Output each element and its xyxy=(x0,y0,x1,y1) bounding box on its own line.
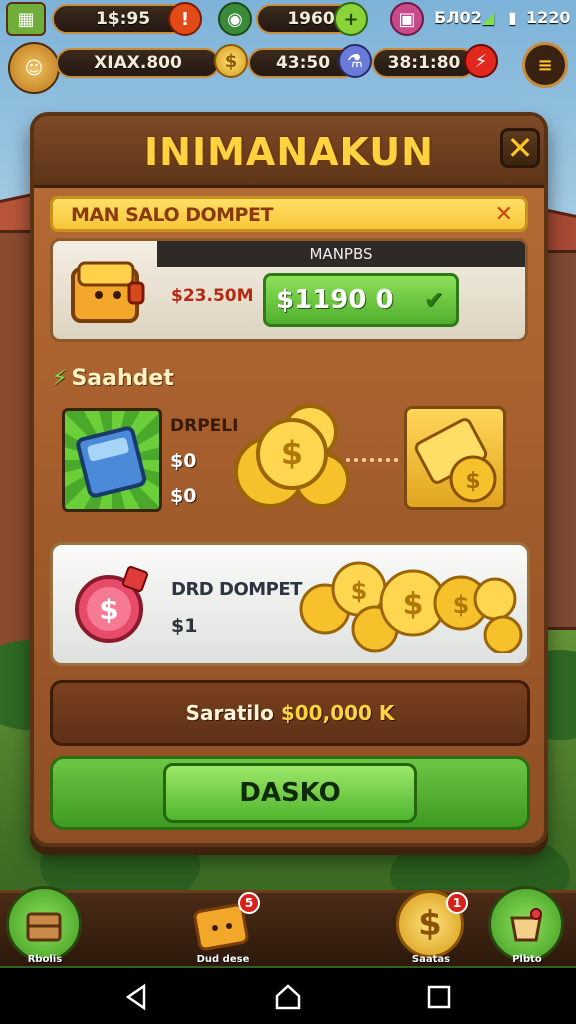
gold-chest[interactable]: $ xyxy=(404,406,506,510)
potion-icon[interactable]: ⚗ xyxy=(338,44,372,78)
action-area: DASKO xyxy=(50,756,530,830)
recents-icon[interactable] xyxy=(424,982,454,1012)
svg-text:$: $ xyxy=(453,591,470,619)
wallet-header: MANPBS xyxy=(157,241,525,267)
dialog-header: INIMANAKUN ✕ xyxy=(34,116,544,188)
svg-text:$: $ xyxy=(403,587,424,622)
total-bar: Saratilo $00,000 K xyxy=(50,680,530,746)
clock-display: 1220 xyxy=(526,8,571,27)
svg-text:$: $ xyxy=(351,577,368,605)
pink-coin-icon: $ xyxy=(75,566,148,643)
back-icon[interactable] xyxy=(122,982,152,1012)
system-nav-bar xyxy=(0,968,576,1024)
alert-icon[interactable]: ! xyxy=(168,2,202,36)
dollar-coin-icon: $ xyxy=(418,904,442,944)
offer-value: $1 xyxy=(171,615,198,637)
coin-row-icon: $ $ $ xyxy=(299,561,523,653)
dialog-title: INIMANAKUN xyxy=(144,130,434,174)
dock-button-crate[interactable] xyxy=(6,886,82,962)
coin-pile-icon: $ xyxy=(234,404,350,508)
svg-text:$: $ xyxy=(281,434,303,472)
dotted-connector xyxy=(346,458,398,462)
top-hud: ▦ 1$:95 ! ◉ 1960 + ▣ БЛ02 ◢ ▮ 1220 xyxy=(0,0,576,40)
check-icon: ✔ xyxy=(423,286,444,314)
badge-wallet: 5 xyxy=(238,892,260,914)
total-label: Saratilo xyxy=(185,701,274,725)
wallet-dialog: INIMANAKUN ✕ MAN SALO DOMPET ✕ MANPBS $2… xyxy=(30,112,548,847)
wallet-icon xyxy=(71,261,145,323)
banner-close-icon[interactable]: ✕ xyxy=(495,202,513,227)
energy-counter: 38:1:80 xyxy=(372,48,476,78)
battery-icon: ▮ xyxy=(508,8,517,27)
total-amount: $00,000 K xyxy=(280,701,395,725)
dock-label-4: Plbto xyxy=(512,954,542,965)
plus-icon[interactable]: + xyxy=(334,2,368,36)
map-icon[interactable]: ▦ xyxy=(6,2,46,36)
svg-text:$: $ xyxy=(99,593,118,626)
section-label: ⚡ Saahdet xyxy=(52,366,174,391)
dock-button-shop[interactable] xyxy=(488,886,564,962)
shop-icon[interactable]: ▣ xyxy=(390,2,424,36)
bolt-icon: ⚡ xyxy=(52,366,68,391)
close-icon: ✕ xyxy=(506,129,534,167)
book-icon xyxy=(76,426,147,498)
signal-icon: ◢ xyxy=(482,8,495,27)
offer-panel[interactable]: $ DRD DOMPET $1 $ $ $ xyxy=(50,542,530,666)
wallet-panel: MANPBS $23.50M $1190 0 ✔ xyxy=(50,238,528,342)
coins-in-box-icon: $ xyxy=(414,418,497,503)
item-value-2: $0 xyxy=(170,485,197,507)
wallet-price: $23.50M xyxy=(171,286,254,306)
dock-label-3: Saatas xyxy=(411,954,451,965)
crate-icon xyxy=(26,912,62,942)
basket-icon xyxy=(510,908,542,942)
wallet-buy-label: $1190 0 xyxy=(276,285,394,315)
boost-icon[interactable]: ⚡ xyxy=(464,44,498,78)
coin-stack-icon: $ xyxy=(214,44,248,78)
globe-icon[interactable]: ◉ xyxy=(218,2,252,36)
item-value-1: $0 xyxy=(170,450,197,472)
player-id: XIAX.800 xyxy=(56,48,220,78)
dock-label-2: Dud dese xyxy=(196,954,250,965)
badge-coin: 1 xyxy=(446,892,468,914)
menu-icon[interactable]: ≡ xyxy=(522,42,568,88)
item-name: DRPELI xyxy=(170,416,239,436)
offer-name: DRD DOMPET xyxy=(171,579,302,600)
svg-text:$: $ xyxy=(465,469,480,494)
confirm-button[interactable]: DASKO xyxy=(163,763,417,823)
dock-label-1: Rbolis xyxy=(27,954,63,965)
close-button[interactable]: ✕ xyxy=(500,128,540,168)
item-card[interactable] xyxy=(62,408,162,512)
network-status: БЛ02 xyxy=(434,8,482,27)
home-icon[interactable] xyxy=(273,982,303,1012)
banner-text: MAN SALO DOMPET xyxy=(71,204,273,226)
resource-hud: ☺ XIAX.800 $ 43:50 ⚗ 38:1:80 ⚡ ≡ xyxy=(0,42,576,94)
wallet-buy-button[interactable]: $1190 0 ✔ xyxy=(263,273,459,327)
info-banner[interactable]: MAN SALO DOMPET ✕ xyxy=(50,196,528,232)
avatar[interactable]: ☺ xyxy=(8,42,60,94)
